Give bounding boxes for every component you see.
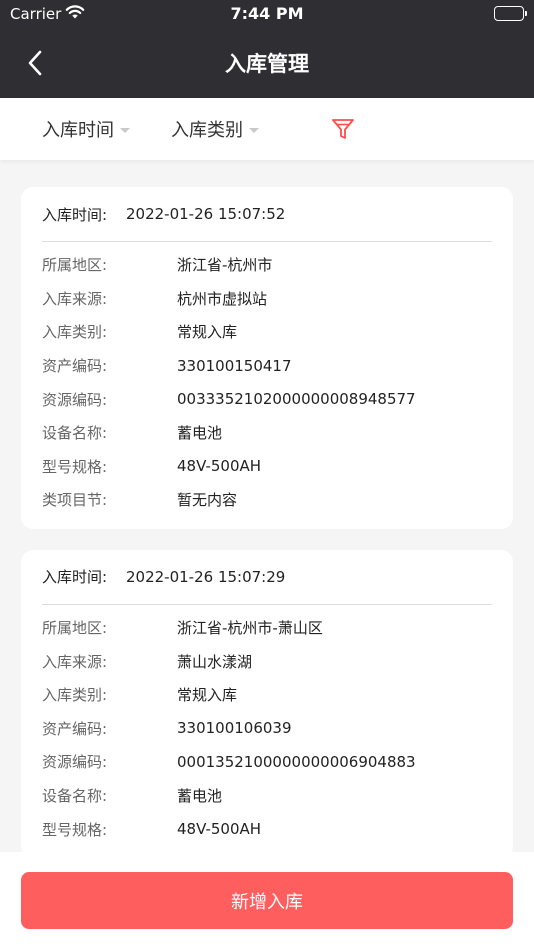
- field-value: 常规入库: [177, 686, 238, 705]
- field-label: 设备名称:: [42, 424, 108, 443]
- field-row: 所属地区: 浙江省-杭州市-萧山区: [42, 611, 492, 645]
- field-row: 资产编码: 330100150417: [42, 349, 492, 383]
- status-time: 7:44 PM: [230, 4, 304, 23]
- field-label: 入库来源:: [42, 652, 108, 671]
- field-row: 资产编码: 330100106039: [42, 712, 492, 746]
- field-label: 设备名称:: [42, 787, 108, 806]
- caret-down-icon: [120, 127, 130, 133]
- field-value: 暂无内容: [177, 491, 238, 510]
- inbound-time-value: 2022-01-26 15:07:29: [126, 567, 286, 586]
- field-row: 所属地区: 浙江省-杭州市: [42, 248, 492, 282]
- add-inbound-button[interactable]: 新增入库: [21, 872, 513, 929]
- battery-icon: [494, 6, 527, 21]
- field-label: 入库类别:: [42, 323, 108, 342]
- field-label: 资产编码:: [42, 719, 108, 738]
- record-header: 入库时间: 2022-01-26 15:07:52: [42, 187, 492, 242]
- field-value: 蓄电池: [177, 424, 223, 443]
- field-row: 入库类别: 常规入库: [42, 678, 492, 712]
- field-value: 萧山水漾湖: [177, 652, 253, 671]
- bottom-bar: 新增入库: [0, 852, 534, 950]
- field-value: 0001352100000000006904883: [177, 752, 416, 771]
- field-label: 入库来源:: [42, 289, 108, 308]
- field-label: 所属地区:: [42, 256, 108, 275]
- field-value: 48V-500AH: [177, 820, 262, 839]
- funnel-icon: [332, 119, 354, 139]
- field-label: 类项目节:: [42, 491, 108, 510]
- filter-bar: 入库时间 入库类别: [0, 98, 534, 160]
- inbound-time-value: 2022-01-26 15:07:52: [126, 205, 286, 223]
- field-label: 资产编码:: [42, 357, 108, 376]
- field-value: 330100150417: [177, 356, 292, 375]
- field-label: 型号规格:: [42, 820, 108, 839]
- field-value: 330100106039: [177, 719, 292, 738]
- filter-inbound-category[interactable]: 入库类别: [171, 116, 259, 142]
- field-row: 入库来源: 萧山水漾湖: [42, 644, 492, 678]
- field-label: 型号规格:: [42, 457, 108, 476]
- filter-button[interactable]: [331, 117, 355, 145]
- field-row: 资源编码: 0001352100000000006904883: [42, 745, 492, 779]
- field-value: 48V-500AH: [177, 457, 262, 476]
- field-row: 设备名称: 蓄电池: [42, 779, 492, 813]
- record-header: 入库时间: 2022-01-26 15:07:29: [42, 550, 492, 605]
- inbound-time-label: 入库时间:: [42, 568, 108, 587]
- field-row: 型号规格: 48V-500AH: [42, 450, 492, 484]
- filter-inbound-time[interactable]: 入库时间: [42, 116, 130, 142]
- caret-down-icon: [249, 127, 259, 133]
- field-value: 浙江省-杭州市: [177, 256, 273, 275]
- field-row: 设备名称: 蓄电池: [42, 416, 492, 450]
- record-list: 入库时间: 2022-01-26 15:07:52 所属地区: 浙江省-杭州市 入…: [21, 187, 513, 852]
- field-value: 0033352102000000008948577: [177, 390, 416, 409]
- inbound-time-label: 入库时间:: [42, 205, 108, 224]
- record-card[interactable]: 入库时间: 2022-01-26 15:07:52 所属地区: 浙江省-杭州市 入…: [21, 187, 513, 529]
- field-row: 资源编码: 0033352102000000008948577: [42, 382, 492, 416]
- record-card[interactable]: 入库时间: 2022-01-26 15:07:29 所属地区: 浙江省-杭州市-萧…: [21, 549, 513, 852]
- nav-bar: 入库管理: [0, 28, 534, 98]
- field-value: 浙江省-杭州市-萧山区: [177, 619, 323, 638]
- field-value: 杭州市虚拟站: [177, 289, 268, 308]
- field-row: 型号规格: 48V-500AH: [42, 812, 492, 846]
- status-bar: Carrier 7:44 PM: [0, 0, 534, 28]
- field-label: 所属地区:: [42, 619, 108, 638]
- field-label: 入库类别:: [42, 686, 108, 705]
- field-value: 蓄电池: [177, 787, 223, 806]
- filter-inbound-category-label: 入库类别: [171, 120, 243, 141]
- filter-inbound-time-label: 入库时间: [42, 120, 114, 141]
- field-row: 入库类别: 常规入库: [42, 315, 492, 349]
- field-label: 资源编码:: [42, 753, 108, 772]
- field-row: 入库来源: 杭州市虚拟站: [42, 282, 492, 316]
- field-label: 资源编码:: [42, 390, 108, 409]
- field-value: 常规入库: [177, 323, 238, 342]
- field-row: 类项目节: 暂无内容: [42, 483, 492, 517]
- page-title: 入库管理: [225, 52, 309, 76]
